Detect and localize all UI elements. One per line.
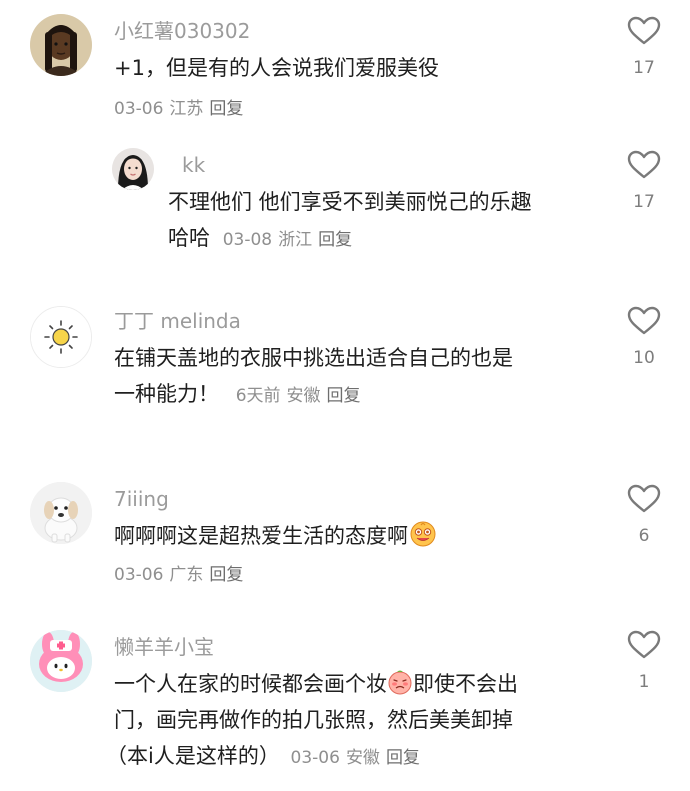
comment-text: 不理他们 他们享受不到美丽悦己的乐趣 哈哈 03-08 浙江 回复 xyxy=(168,184,532,258)
reply-button[interactable]: 回复 xyxy=(318,230,352,250)
comment-text-line: 不理他们 他们享受不到美丽悦己的乐趣 xyxy=(168,190,532,214)
comment-date: 03-06 xyxy=(290,748,340,768)
comment-location: 浙江 xyxy=(278,230,313,250)
puppy-avatar-icon xyxy=(30,482,92,544)
comment-text: 啊啊啊这是超热爱生活的态度啊 xyxy=(114,518,436,554)
username[interactable]: 懒羊羊小宝 xyxy=(114,634,214,660)
comment-location: 安徽 xyxy=(286,386,321,406)
like-button[interactable]: 6 xyxy=(622,484,666,546)
username[interactable]: 7iiing xyxy=(114,486,169,512)
shy-face-emoji-icon xyxy=(388,670,412,695)
comment-meta: 03-08 浙江 回复 xyxy=(223,230,352,250)
comment-date: 03-06 xyxy=(114,99,164,119)
comment-text: 在铺天盖地的衣服中挑选出适合自己的也是 一种能力！ 6天前 安徽 回复 xyxy=(114,340,513,414)
woman-with-braids-avatar-icon xyxy=(30,14,92,76)
comment-date: 6天前 xyxy=(235,386,281,406)
comment-text-line: 啊啊啊这是超热爱生活的态度啊 xyxy=(114,524,408,548)
drooling-face-emoji-icon xyxy=(410,521,436,547)
avatar[interactable] xyxy=(112,148,154,190)
comment-meta: 03-06 安徽 回复 xyxy=(291,748,420,768)
heart-outline-icon xyxy=(627,306,661,335)
comment-item: 7iiing 啊啊啊这是超热爱生活的态度啊 03-06 广东 回复 6 xyxy=(0,470,690,610)
avatar[interactable] xyxy=(30,14,92,76)
like-button[interactable]: 1 xyxy=(622,630,666,692)
reply-comment-item: kk 不理他们 他们享受不到美丽悦己的乐趣 哈哈 03-08 浙江 回复 17 xyxy=(0,140,690,270)
reply-button[interactable]: 回复 xyxy=(209,99,243,119)
comment-date: 03-06 xyxy=(114,565,164,585)
like-button[interactable]: 10 xyxy=(622,306,666,368)
heart-outline-icon xyxy=(627,630,661,659)
comment-meta: 03-06 江苏 回复 xyxy=(114,96,243,122)
username[interactable]: 丁丁 melinda xyxy=(114,308,241,334)
heart-outline-icon xyxy=(627,150,661,179)
my-melody-nurse-avatar-icon xyxy=(30,630,92,692)
like-count: 10 xyxy=(633,348,655,368)
comment-text-line: +1，但是有的人会说我们爱服美役 xyxy=(114,56,439,80)
like-count: 6 xyxy=(638,526,650,546)
heart-outline-icon xyxy=(627,16,661,45)
comment-location: 江苏 xyxy=(169,99,204,119)
sun-avatar-icon xyxy=(31,307,91,367)
comment-text-line: （本i人是这样的） xyxy=(106,744,280,768)
comment-item: 懒羊羊小宝 一个人在家的时候都会画个妆 即使不会出 门，画完再做作的拍几张照，然… xyxy=(0,620,690,791)
comment-text-line: 一个人在家的时候都会画个妆 xyxy=(114,672,387,696)
like-count: 1 xyxy=(638,672,650,692)
comment-text-line: 门，画完再做作的拍几张照，然后美美卸掉 xyxy=(114,708,513,732)
comment-location: 广东 xyxy=(169,565,204,585)
comment-item: 小红薯030302 +1，但是有的人会说我们爱服美役 03-06 江苏 回复 17 xyxy=(0,0,690,140)
avatar[interactable] xyxy=(30,482,92,544)
comment-text: 一个人在家的时候都会画个妆 即使不会出 门，画完再做作的拍几张照，然后美美卸掉 … xyxy=(106,666,518,776)
avatar[interactable] xyxy=(30,630,92,692)
like-count: 17 xyxy=(633,192,655,212)
comment-location: 安徽 xyxy=(345,748,380,768)
reply-button[interactable]: 回复 xyxy=(386,748,420,768)
comment-text: +1，但是有的人会说我们爱服美役 xyxy=(114,50,439,86)
reply-button[interactable]: 回复 xyxy=(327,386,361,406)
like-button[interactable]: 17 xyxy=(622,150,666,212)
comment-text-line: 即使不会出 xyxy=(413,672,518,696)
heart-outline-icon xyxy=(627,484,661,513)
comment-meta: 6天前 安徽 回复 xyxy=(236,386,361,406)
like-count: 17 xyxy=(633,58,655,78)
username[interactable]: 小红薯030302 xyxy=(114,18,250,44)
comment-text-line: 在铺天盖地的衣服中挑选出适合自己的也是 xyxy=(114,346,513,370)
avatar[interactable] xyxy=(30,306,92,368)
comment-meta: 03-06 广东 回复 xyxy=(114,562,243,588)
reply-button[interactable]: 回复 xyxy=(209,565,243,585)
comment-text-line: 一种能力！ xyxy=(114,382,219,406)
comment-text-line: 哈哈 xyxy=(168,226,210,250)
comment-item: 丁丁 melinda 在铺天盖地的衣服中挑选出适合自己的也是 一种能力！ 6天前… xyxy=(0,296,690,446)
like-button[interactable]: 17 xyxy=(622,16,666,78)
girl-photo-avatar-icon xyxy=(112,148,154,190)
comment-date: 03-08 xyxy=(222,230,273,250)
username[interactable]: kk xyxy=(182,152,205,178)
